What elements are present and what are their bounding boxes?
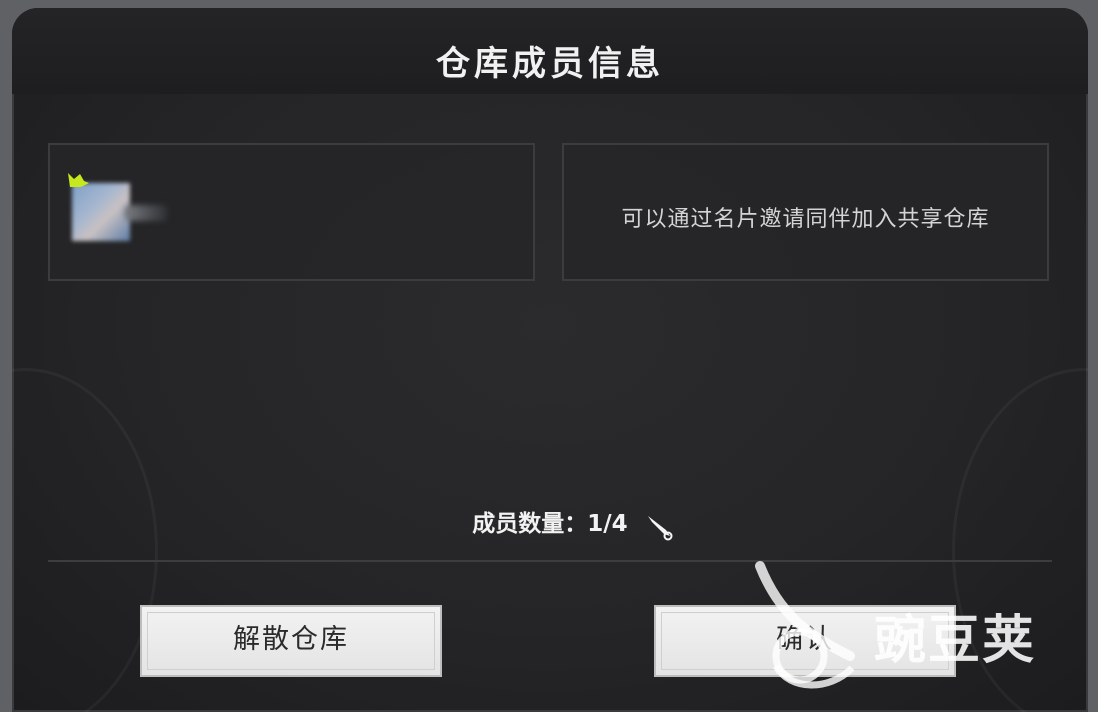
member-count-label: 成员数量：1/4 (472, 511, 628, 537)
dialog-title: 仓库成员信息 (436, 44, 664, 84)
member-slot-owner[interactable] (48, 143, 535, 281)
title-bar: 仓库成员信息 (12, 8, 1088, 94)
cursor-pen-icon (648, 516, 673, 541)
leader-flag-icon (68, 173, 89, 187)
decorative-ornament (12, 368, 158, 712)
disband-warehouse-button[interactable]: 解散仓库 (140, 605, 442, 677)
warehouse-members-dialog: 仓库成员信息 可以通过名片邀请同伴加入共享仓库 成员数量：1/4 解散仓库 确认 (12, 8, 1088, 712)
decorative-ornament (952, 368, 1088, 712)
confirm-button[interactable]: 确认 (654, 605, 956, 677)
divider (48, 560, 1052, 562)
member-avatar-group (64, 171, 168, 251)
member-slot-invite[interactable]: 可以通过名片邀请同伴加入共享仓库 (562, 143, 1049, 281)
invite-hint-text: 可以通过名片邀请同伴加入共享仓库 (621, 207, 990, 232)
screen-frame: 仓库成员信息 可以通过名片邀请同伴加入共享仓库 成员数量：1/4 解散仓库 确认 (0, 0, 1098, 712)
member-name-blurred (124, 205, 168, 221)
